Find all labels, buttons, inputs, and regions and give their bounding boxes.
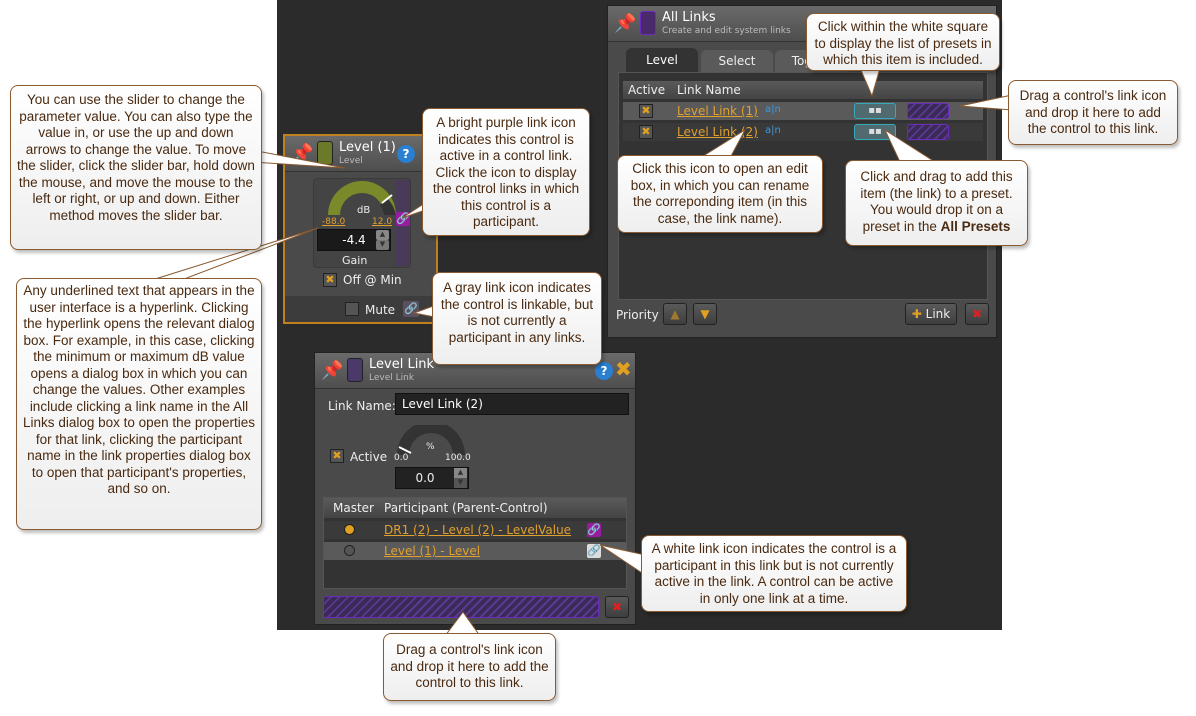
callout-purple-icon: A bright purple link icon indicates this… [422,108,590,236]
callout-gray-icon: A gray link icon indicates the control i… [432,272,602,365]
callout-edit-icon: Click this icon to open an edit box, in … [617,155,823,233]
callout-white-square: Click within the white square to display… [806,13,1000,71]
callout-white-icon: A white link icon indicates the control … [641,535,907,612]
preset-bold-text: All Presets [940,218,1011,234]
callout-preset: Click and drag to add this item (the lin… [845,160,1028,246]
callout-slider: You can use the slider to change the par… [10,85,262,250]
callout-hyperlink: Any underlined text that appears in the … [16,278,262,530]
callout-drag-top: Drag a control's link icon and drop it h… [1008,80,1178,145]
callout-drag-bottom: Drag a control's link icon and drop it h… [383,633,556,701]
